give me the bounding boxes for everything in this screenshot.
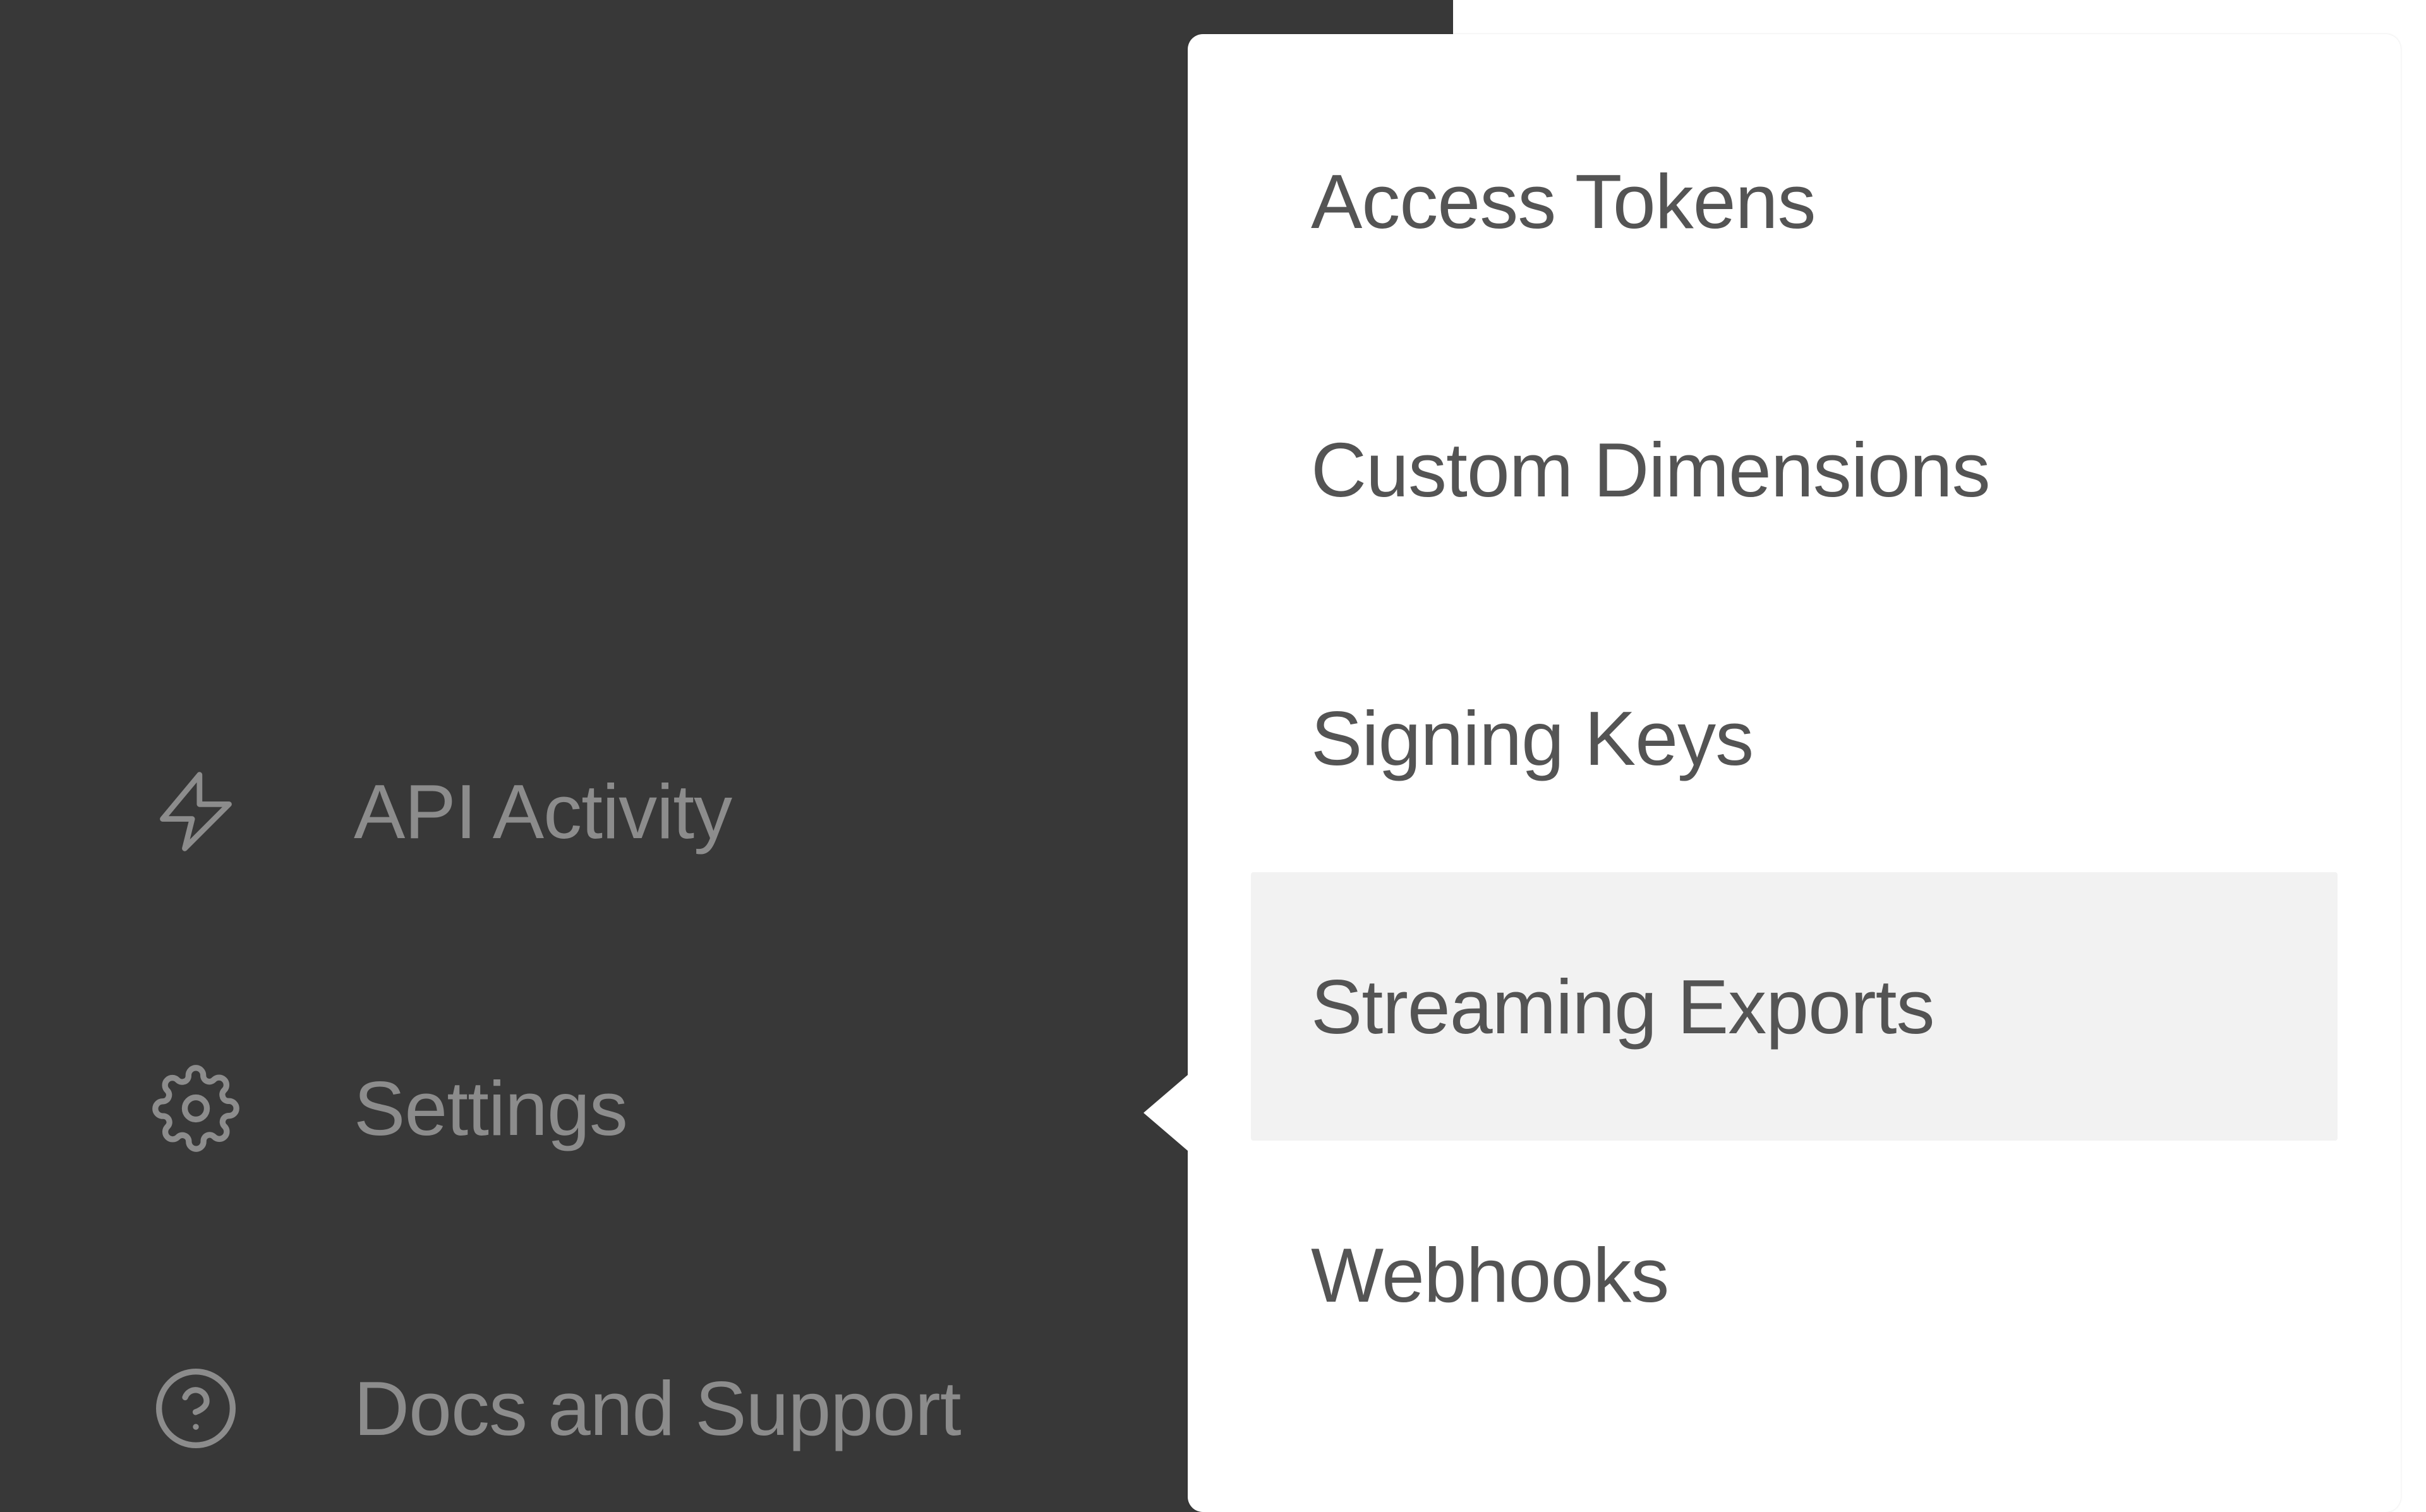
submenu-item-access-tokens[interactable]: Access Tokens bbox=[1251, 67, 2338, 335]
submenu-item-label: Streaming Exports bbox=[1311, 963, 1934, 1051]
submenu-item-custom-dimensions[interactable]: Custom Dimensions bbox=[1251, 335, 2338, 604]
submenu-pointer bbox=[1144, 1075, 1188, 1151]
submenu-item-streaming-exports[interactable]: Streaming Exports bbox=[1251, 872, 2338, 1141]
lightning-icon bbox=[152, 767, 240, 856]
sidebar-item-label: Settings bbox=[354, 1064, 627, 1153]
gear-icon bbox=[152, 1064, 240, 1153]
submenu-item-webhooks[interactable]: Webhooks bbox=[1251, 1141, 2338, 1409]
submenu-item-label: Custom Dimensions bbox=[1311, 426, 1990, 514]
sidebar-item-label: API Activity bbox=[354, 767, 732, 856]
submenu-item-label: Signing Keys bbox=[1311, 694, 1753, 783]
settings-submenu: Access Tokens Custom Dimensions Signing … bbox=[1188, 34, 2401, 1512]
help-icon bbox=[152, 1364, 240, 1453]
submenu-item-signing-keys[interactable]: Signing Keys bbox=[1251, 604, 2338, 872]
sidebar-item-label: Docs and Support bbox=[354, 1364, 961, 1453]
submenu-item-label: Webhooks bbox=[1311, 1231, 1669, 1319]
submenu-item-label: Access Tokens bbox=[1311, 157, 1815, 246]
